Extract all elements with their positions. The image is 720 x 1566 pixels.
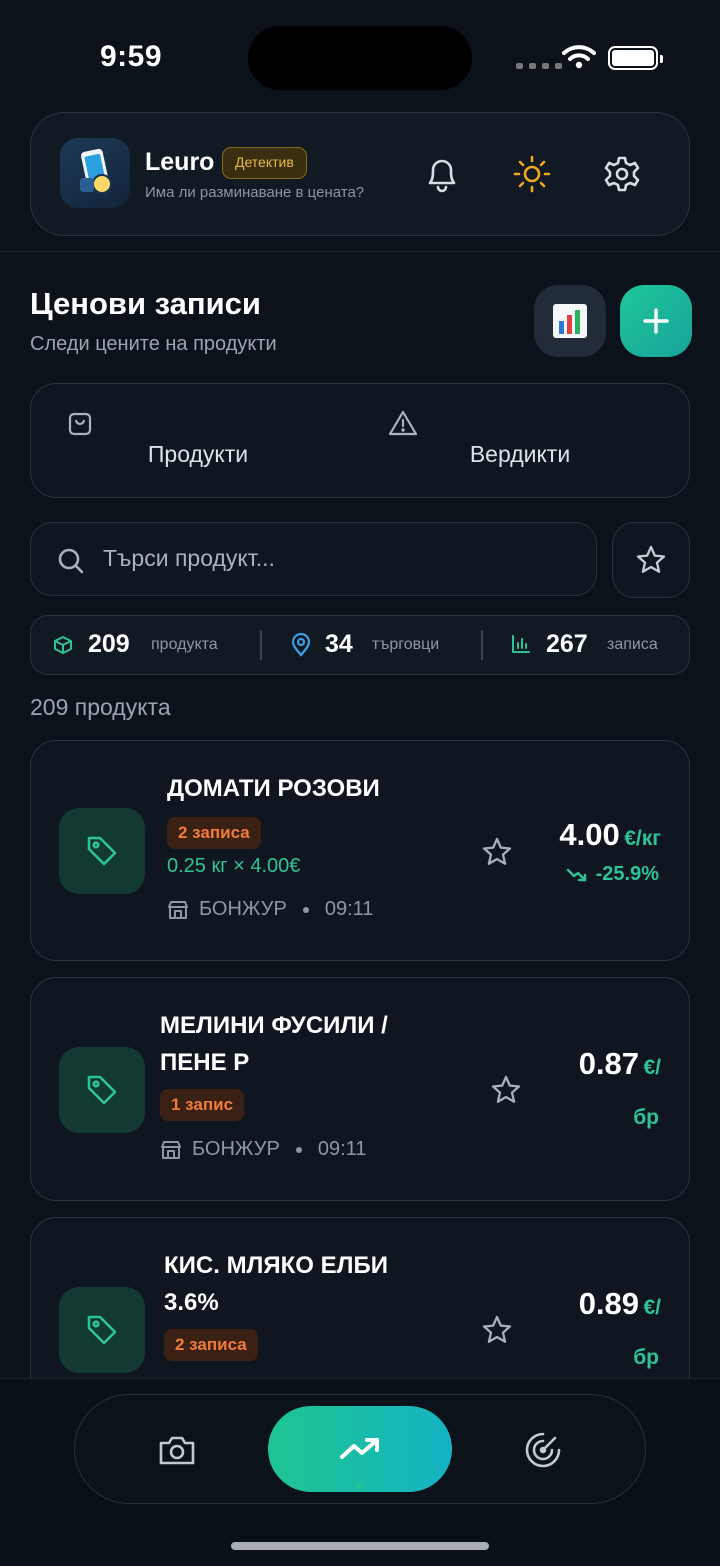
stat-divider bbox=[481, 630, 483, 660]
star-icon bbox=[636, 545, 666, 573]
tab-products[interactable]: Продукти bbox=[30, 383, 360, 498]
price-tag-icon bbox=[87, 836, 117, 866]
tab-products-label: Продукти bbox=[147, 441, 249, 467]
record-time: 09:11 bbox=[324, 898, 374, 920]
trending-up-icon bbox=[340, 1438, 379, 1459]
plus-icon bbox=[643, 308, 669, 334]
stat-records-value: 267 bbox=[546, 630, 588, 658]
price-unit: €/ bbox=[643, 1056, 661, 1079]
bar-chart-icon bbox=[512, 635, 530, 653]
search-icon bbox=[58, 548, 84, 574]
header-divider bbox=[0, 251, 720, 252]
camera-icon[interactable] bbox=[158, 1433, 196, 1467]
store-icon bbox=[161, 1140, 181, 1159]
app-logo bbox=[60, 138, 130, 208]
dynamic-island bbox=[248, 26, 472, 90]
record-time: 09:11 bbox=[317, 1138, 367, 1160]
app-name: Leuro bbox=[145, 148, 215, 176]
mode-badge: Детектив bbox=[222, 147, 307, 179]
shopping-bag-icon bbox=[68, 412, 92, 436]
search-input[interactable] bbox=[103, 523, 573, 594]
wifi-icon bbox=[562, 45, 596, 69]
add-record-button[interactable] bbox=[620, 285, 692, 357]
gear-icon[interactable] bbox=[600, 152, 644, 196]
record-count-badge: 2 записа bbox=[164, 1329, 258, 1361]
sun-icon[interactable] bbox=[510, 152, 554, 196]
stat-records-label: записа bbox=[607, 636, 658, 653]
store-name: БОНЖУР bbox=[192, 1138, 280, 1160]
price-block: 0.87 €/ bbox=[579, 1046, 661, 1082]
stat-products-value: 209 bbox=[88, 630, 130, 658]
warning-triangle-icon bbox=[388, 410, 418, 436]
box-icon bbox=[54, 636, 72, 654]
favorite-star-icon[interactable] bbox=[481, 836, 513, 868]
home-indicator bbox=[231, 1542, 489, 1550]
price-value: 4.00 bbox=[559, 817, 620, 852]
app-subtitle: Има ли разминаване в цената? bbox=[145, 184, 365, 201]
product-name-line-1: МЕЛИНИ ФУСИЛИ / bbox=[160, 1012, 388, 1039]
price-tag-icon bbox=[87, 1315, 117, 1345]
stat-merchants-value: 34 bbox=[325, 630, 353, 658]
active-indicator bbox=[356, 1483, 363, 1490]
nav-prices-button[interactable] bbox=[268, 1406, 452, 1492]
product-card[interactable]: ДОМАТИ РОЗОВИ 2 записа 0.25 кг × 4.00€ Б… bbox=[30, 740, 690, 961]
stat-merchants-label: търговци bbox=[372, 636, 440, 653]
price-change-value: -25.9% bbox=[595, 863, 659, 885]
product-card[interactable]: МЕЛИНИ ФУСИЛИ / ПЕНЕ Р 1 запис БОНЖУР 09… bbox=[30, 977, 690, 1201]
product-name-line-2: ПЕНЕ Р bbox=[160, 1049, 250, 1076]
price-unit-line-2: бр bbox=[633, 1106, 659, 1129]
product-name-line-2: 3.6% bbox=[164, 1289, 219, 1316]
record-count-badge: 2 записа bbox=[167, 817, 261, 849]
product-count-label: 209 продукта bbox=[30, 694, 171, 720]
favorite-star-icon[interactable] bbox=[481, 1314, 513, 1346]
price-change: -25.9% bbox=[566, 863, 659, 886]
trending-down-icon bbox=[566, 868, 586, 881]
price-block: 4.00 €/кг bbox=[559, 817, 661, 853]
product-thumb bbox=[59, 1287, 145, 1373]
stat-divider bbox=[260, 630, 262, 660]
store-row: БОНЖУР 09:11 bbox=[167, 898, 373, 921]
price-unit-line-2: бр bbox=[633, 1346, 659, 1369]
quantity-calculation: 0.25 кг × 4.00€ bbox=[167, 855, 301, 877]
page-subtitle: Следи цените на продукти bbox=[30, 333, 277, 355]
store-row: БОНЖУР 09:11 bbox=[160, 1138, 366, 1161]
page-title: Ценови записи bbox=[30, 286, 261, 321]
product-thumb bbox=[59, 1047, 145, 1133]
cellular-signal-icon bbox=[516, 63, 562, 69]
price-value: 0.89 bbox=[578, 1286, 640, 1321]
price-unit: €/ bbox=[643, 1296, 661, 1319]
tab-verdicts[interactable]: Вердикти bbox=[360, 383, 690, 498]
store-name: БОНЖУР bbox=[199, 898, 287, 920]
product-name-line-1: КИС. МЛЯКО ЕЛБИ bbox=[164, 1252, 388, 1279]
favorite-star-icon[interactable] bbox=[490, 1074, 522, 1106]
separator-dot bbox=[302, 906, 309, 913]
tab-verdicts-label: Вердикти bbox=[469, 441, 571, 467]
battery-icon bbox=[608, 46, 663, 70]
bell-icon[interactable] bbox=[420, 152, 464, 196]
price-tag-icon bbox=[87, 1075, 117, 1105]
price-block: 0.89 €/ bbox=[579, 1286, 661, 1322]
statistics-button[interactable] bbox=[534, 285, 606, 357]
separator-dot bbox=[295, 1146, 302, 1153]
search-box bbox=[30, 522, 597, 596]
store-icon bbox=[168, 900, 188, 919]
stat-products-label: продукта bbox=[151, 636, 218, 653]
status-time: 9:59 bbox=[100, 40, 163, 73]
product-name: ДОМАТИ РОЗОВИ bbox=[167, 775, 380, 802]
favorites-filter-button[interactable] bbox=[612, 522, 690, 598]
price-unit: €/кг bbox=[624, 827, 661, 850]
bar-chart-emoji-icon bbox=[553, 304, 587, 338]
product-thumb bbox=[59, 808, 145, 894]
map-pin-icon bbox=[291, 633, 311, 657]
radar-icon[interactable] bbox=[524, 1431, 562, 1469]
record-count-badge: 1 запис bbox=[160, 1089, 245, 1121]
price-value: 0.87 bbox=[578, 1046, 640, 1081]
